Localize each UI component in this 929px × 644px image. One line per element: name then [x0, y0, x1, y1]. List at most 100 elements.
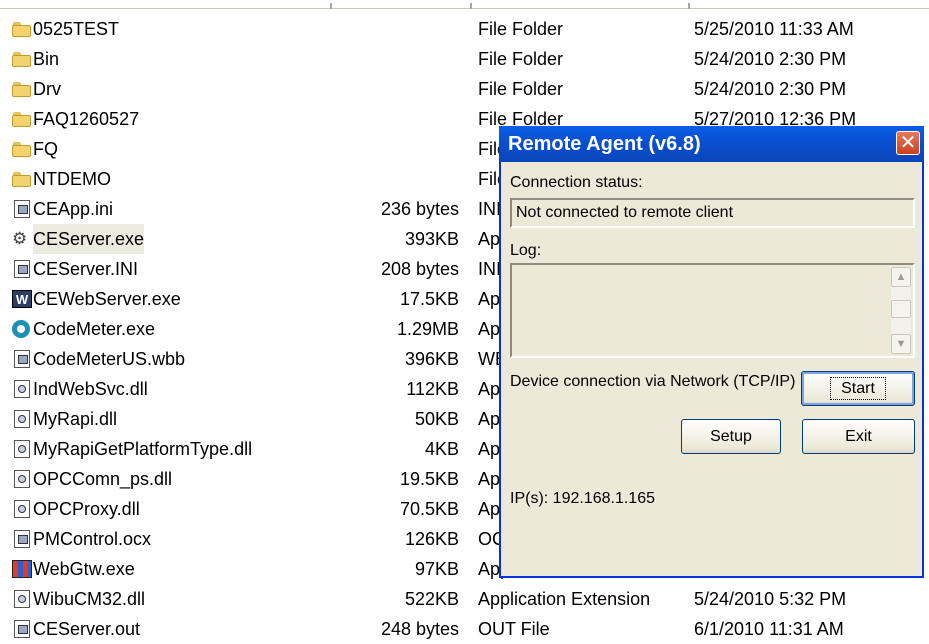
file-size: 4KB [424, 439, 459, 459]
start-button[interactable]: Start [801, 371, 915, 406]
file-size [300, 44, 459, 74]
web-server-icon: W [12, 290, 32, 308]
file-icon-cell [12, 374, 32, 404]
dialog-title-bar[interactable]: Remote Agent (v6.8) ✕ [499, 126, 924, 162]
file-icon-cell [12, 584, 32, 614]
folder-icon [12, 80, 32, 98]
ini-file-icon [14, 260, 30, 278]
file-icon-cell [12, 554, 32, 584]
file-size: 126KB [404, 529, 459, 549]
file-size [300, 134, 459, 164]
folder-icon [12, 20, 32, 38]
file-name: CEServer.exe [33, 224, 145, 254]
file-size: 112KB [406, 379, 459, 399]
file-type: INI [478, 259, 502, 279]
file-size: 70.5KB [399, 499, 459, 519]
column-divider[interactable] [688, 3, 690, 9]
file-name: Bin [33, 49, 60, 69]
file-icon-cell [12, 494, 32, 524]
file-size: 208 bytes [380, 259, 459, 279]
file-size: 236 bytes [380, 199, 459, 219]
file-icon-cell [12, 104, 32, 134]
file-row[interactable]: CEServer.out 248 bytes OUT File 6/1/2010 11… [0, 614, 929, 644]
connection-status-field: Not connected to remote client [510, 198, 915, 228]
column-header-border [0, 8, 929, 9]
file-name: MyRapiGetPlatformType.dll [33, 439, 253, 459]
webgtw-exe-icon [12, 560, 32, 578]
scroll-up-icon[interactable]: ▲ [891, 267, 911, 287]
file-size: 522KB [404, 589, 459, 609]
exit-button[interactable]: Exit [802, 419, 915, 454]
file-icon-cell [12, 164, 32, 194]
log-scrollbar[interactable]: ▲ ▼ [891, 267, 911, 354]
file-icon-cell [12, 194, 32, 224]
folder-icon [12, 110, 32, 128]
file-date: 5/24/2010 5:32 PM [694, 589, 847, 609]
close-button[interactable]: ✕ [896, 131, 920, 155]
file-name: WebGtw.exe [33, 559, 135, 579]
file-name: CEServer.INI [33, 259, 139, 279]
codemeter-icon [12, 320, 30, 338]
out-file-icon [14, 620, 30, 638]
file-name: OPCComn_ps.dll [33, 469, 173, 489]
file-name: WibuCM32.dll [33, 589, 146, 609]
log-textarea[interactable]: ▲ ▼ [510, 263, 915, 358]
file-name: CEWebServer.exe [33, 289, 181, 309]
dll-file-icon [14, 500, 30, 518]
file-size: 17.5KB [399, 289, 459, 309]
file-name: Drv [33, 79, 61, 99]
file-row[interactable]: WibuCM32.dll 522KB Application Extension 5/… [0, 584, 929, 614]
file-size: 50KB [414, 409, 459, 429]
file-name: NTDEMO [33, 169, 111, 189]
file-icon-cell [12, 254, 32, 284]
file-icon-cell [12, 434, 32, 464]
file-name: CodeMeter.exe [33, 319, 156, 339]
scroll-thumb[interactable] [891, 300, 911, 318]
file-name: PMControl.ocx [33, 529, 152, 549]
file-size: 248 bytes [380, 619, 459, 639]
file-icon-cell [12, 134, 32, 164]
file-icon-cell: ⚙ [12, 224, 32, 254]
start-button-label: Start [830, 377, 886, 400]
column-divider[interactable] [470, 3, 472, 9]
file-row[interactable]: Drv File Folder 5/24/2010 2:30 PM [0, 74, 929, 104]
ini-file-icon [14, 200, 30, 218]
device-connection-text: Device connection via Network (TCP/IP) [510, 373, 796, 390]
file-size: 1.29MB [396, 319, 459, 339]
file-size: 396KB [404, 349, 459, 369]
file-date: 6/1/2010 11:31 AM [694, 619, 844, 639]
dll-file-icon [14, 410, 30, 428]
wbb-file-icon [14, 350, 30, 368]
file-name: FAQ1260527 [33, 109, 140, 129]
file-date: 5/25/2010 11:33 AM [694, 19, 854, 39]
folder-icon [12, 140, 32, 158]
dll-file-icon [14, 380, 30, 398]
file-icon-cell [12, 74, 32, 104]
file-type: File Folder [478, 79, 564, 99]
file-icon-cell [12, 524, 32, 554]
file-icon-cell [12, 614, 32, 644]
file-size [300, 104, 459, 134]
file-row[interactable]: 0525TEST File Folder 5/25/2010 11:33 AM [0, 14, 929, 44]
file-date: 5/24/2010 2:30 PM [694, 79, 847, 99]
file-type: Application Extension [478, 589, 651, 609]
file-size [300, 14, 459, 44]
file-type: File Folder [478, 19, 564, 39]
scroll-down-icon[interactable]: ▼ [891, 334, 911, 354]
file-name: CEServer.out [33, 619, 141, 639]
gear-exe-icon: ⚙ [12, 229, 28, 248]
file-size: 97KB [414, 559, 459, 579]
column-divider[interactable] [330, 3, 332, 9]
dll-file-icon [14, 590, 30, 608]
dll-file-icon [14, 470, 30, 488]
file-row[interactable]: Bin File Folder 5/24/2010 2:30 PM [0, 44, 929, 74]
file-name: IndWebSvc.dll [33, 379, 148, 399]
file-size: 19.5KB [399, 469, 459, 489]
file-date: 5/24/2010 2:30 PM [694, 49, 847, 69]
file-name: CEApp.ini [33, 199, 114, 219]
file-name: FQ [33, 139, 58, 159]
file-size [300, 74, 459, 104]
file-type: File Folder [478, 49, 564, 69]
dialog-title: Remote Agent (v6.8) [508, 133, 701, 155]
setup-button[interactable]: Setup [681, 419, 781, 454]
